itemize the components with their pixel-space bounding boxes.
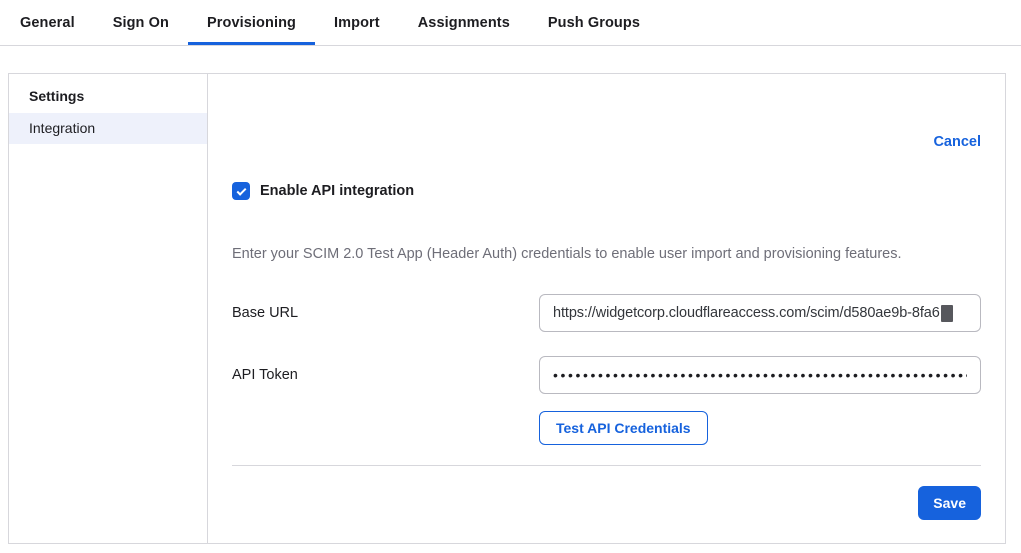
provisioning-panel: Settings Integration Cancel Enable API i…: [8, 73, 1006, 544]
tab-assignments[interactable]: Assignments: [399, 0, 529, 45]
tab-sign-on[interactable]: Sign On: [94, 0, 188, 45]
test-credentials-row: Test API Credentials: [539, 411, 981, 445]
integration-form: Cancel Enable API integration Enter your…: [208, 74, 1005, 543]
api-token-masked-value: ••••••••••••••••••••••••••••••••••••••••…: [553, 367, 967, 383]
app-tab-bar: General Sign On Provisioning Import Assi…: [0, 0, 1021, 46]
base-url-input[interactable]: https://widgetcorp.cloudflareaccess.com/…: [539, 294, 981, 332]
form-divider: [232, 465, 981, 466]
api-token-field-row: API Token ••••••••••••••••••••••••••••••…: [232, 356, 981, 394]
sidebar-item-integration[interactable]: Integration: [9, 113, 207, 144]
text-selection-block: [941, 305, 953, 322]
tab-provisioning[interactable]: Provisioning: [188, 0, 315, 45]
cancel-row: Cancel: [232, 132, 981, 152]
tab-general[interactable]: General: [1, 0, 94, 45]
api-token-input[interactable]: ••••••••••••••••••••••••••••••••••••••••…: [539, 356, 981, 394]
api-token-label: API Token: [232, 367, 298, 383]
checkmark-icon: [236, 185, 246, 195]
base-url-value: https://widgetcorp.cloudflareaccess.com/…: [553, 305, 940, 321]
credentials-description: Enter your SCIM 2.0 Test App (Header Aut…: [232, 244, 981, 264]
save-button[interactable]: Save: [918, 486, 981, 520]
cancel-button[interactable]: Cancel: [933, 134, 981, 150]
enable-api-integration-checkbox[interactable]: [232, 182, 250, 200]
tab-push-groups[interactable]: Push Groups: [529, 0, 659, 45]
base-url-field-row: Base URL https://widgetcorp.cloudflareac…: [232, 294, 981, 332]
save-row: Save: [232, 486, 981, 520]
base-url-label: Base URL: [232, 305, 298, 321]
test-api-credentials-button[interactable]: Test API Credentials: [539, 411, 708, 445]
tab-import[interactable]: Import: [315, 0, 399, 45]
enable-api-integration-row: Enable API integration: [232, 182, 981, 200]
settings-sidebar: Settings Integration: [9, 74, 208, 543]
sidebar-header-settings: Settings: [9, 88, 207, 113]
enable-api-integration-label: Enable API integration: [260, 183, 414, 199]
